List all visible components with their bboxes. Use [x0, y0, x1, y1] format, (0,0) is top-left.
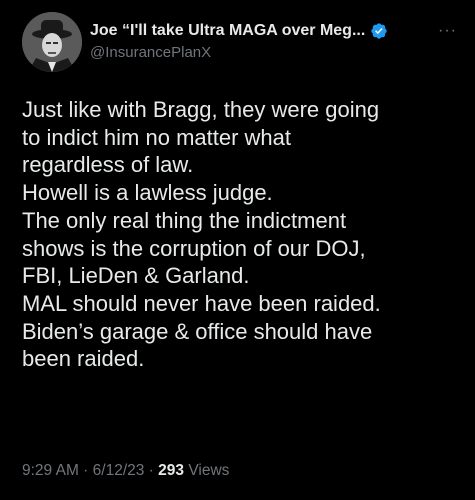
tweet-line: shows is the corruption of our DOJ,: [22, 235, 366, 261]
tweet-line: MAL should never have been raided.: [22, 290, 381, 316]
tweet-line: regardless of law.: [22, 152, 194, 178]
author-handle[interactable]: @InsurancePlanX: [90, 44, 465, 61]
tweet-line: Just like with Bragg, they were going: [22, 97, 380, 122]
tweet-line: to indict him no matter what: [22, 124, 292, 150]
tweet-line: Howell is a lawless judge.: [22, 180, 273, 206]
tweet-header: Joe “I'll take Ultra MAGA over Meg... ··…: [90, 20, 465, 61]
tweet-text: Just like with Bragg, they were going to…: [22, 96, 462, 373]
tweet-time[interactable]: 9:29 AM: [22, 462, 79, 479]
name-row: Joe “I'll take Ultra MAGA over Meg... ··…: [90, 20, 465, 42]
views-label: Views: [184, 462, 230, 479]
avatar[interactable]: [22, 12, 82, 72]
tweet-meta: 9:29 AM · 6/12/23 · 293 Views: [22, 462, 229, 480]
more-options-icon[interactable]: ···: [438, 23, 457, 39]
meta-separator: ·: [78, 462, 93, 479]
tweet-line: Biden’s garage & office should have: [22, 318, 373, 344]
verified-badge-icon: [371, 23, 387, 39]
avatar-image: [22, 12, 82, 72]
meta-separator: ·: [144, 462, 159, 479]
views-count: 293: [158, 462, 185, 479]
tweet-line: been raided.: [22, 346, 145, 372]
author-display-name[interactable]: Joe “I'll take Ultra MAGA over Meg...: [90, 22, 365, 40]
tweet-line: The only real thing the indictment: [22, 207, 347, 233]
tweet-line: FBI, LieDen & Garland.: [22, 263, 250, 289]
tweet: Joe “I'll take Ultra MAGA over Meg... ··…: [0, 0, 475, 500]
tweet-date[interactable]: 6/12/23: [93, 462, 145, 479]
